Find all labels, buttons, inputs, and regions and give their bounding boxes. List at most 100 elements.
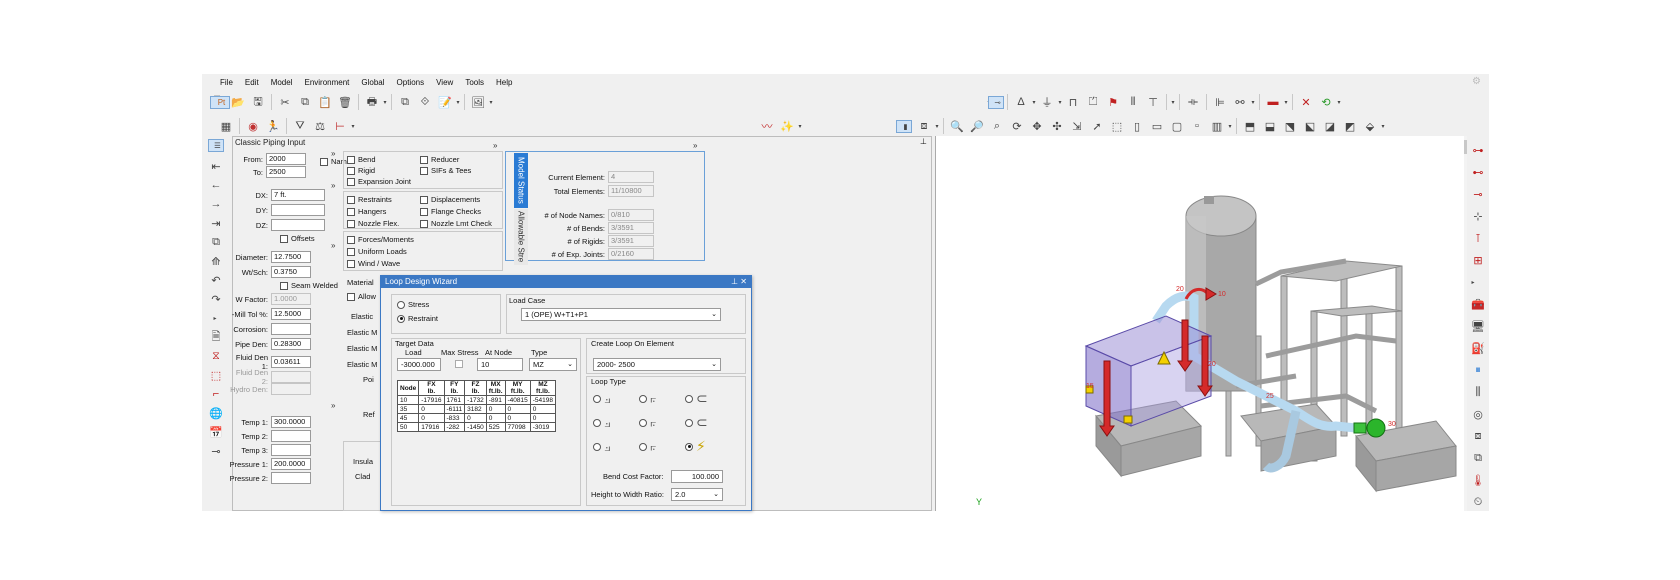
paste-icon[interactable]: 📋 [317,94,333,110]
at-node-input[interactable]: 10 [477,358,523,371]
loop-type-option[interactable]: ⟔ [639,438,657,455]
menu-environment[interactable]: Environment [304,78,349,87]
dy-input[interactable] [271,204,325,216]
element-icon[interactable]: ⊸ [988,95,1004,109]
iso-view-4-icon[interactable]: ⬕ [1302,118,1318,134]
iso-view-1-icon[interactable]: ⬒ [1242,118,1258,134]
ruler-icon[interactable]: ⟛ [1185,94,1201,110]
type-select[interactable]: MZ ⌄ [529,358,577,371]
layers-icon[interactable]: ⧈ [1470,428,1486,444]
dz-input[interactable] [271,219,325,231]
select-window-icon[interactable]: ⬚ [1109,118,1125,134]
clear-icon[interactable]: ✕ [1298,94,1314,110]
wtsch-input[interactable]: 0.3750 [271,266,311,278]
image-dropdown-icon[interactable]: ▾ [488,94,494,110]
flange-icon[interactable]: ⫴ [1125,94,1141,110]
collapse-chevron-icon[interactable]: » [493,141,497,150]
nozzle-flex-checkbox[interactable]: Nozzle Flex. [347,219,399,228]
iso-view-5-icon[interactable]: ◪ [1322,118,1338,134]
hanger-icon[interactable]: ⊓ [1065,94,1081,110]
plugin-icon[interactable]: Pt [210,95,230,109]
collapse-chevron-icon[interactable]: » [331,401,335,410]
iso-view-6-icon[interactable]: ◩ [1342,118,1358,134]
print-icon[interactable]: 🖶 [364,94,380,110]
bend-checkbox[interactable]: Bend [347,155,376,164]
insert-icon[interactable]: ⟰ [208,253,224,269]
valve-icon[interactable]: ⧖ [208,348,224,364]
zoom-window-icon[interactable]: ⌕ [989,118,1005,134]
corrosion-input[interactable] [271,323,311,335]
sifs-tees-checkbox[interactable]: SIFs & Tees [420,166,471,175]
redo-icon[interactable]: ↷ [208,291,224,307]
pan-icon[interactable]: ✣ [1049,118,1065,134]
volume-dropdown-icon[interactable]: ▾ [1227,118,1233,134]
gear-icon[interactable]: ⚙ [1472,76,1481,87]
rigid-checkbox[interactable]: Rigid [347,166,375,175]
tab-allowable-stress[interactable]: Allowable Stre [514,209,528,265]
cut-icon[interactable]: ✂ [277,94,293,110]
zoom-out-icon[interactable]: 🔎 [969,118,985,134]
hidden-line-icon[interactable]: ▭ [1149,118,1165,134]
globe-icon[interactable]: 🌐 [208,405,224,421]
dx-input[interactable]: 7 ft. [271,189,325,201]
bellows-icon[interactable]: ⫼ [1470,384,1486,400]
wind-wave-checkbox[interactable]: Wind / Wave [347,259,400,268]
save-icon[interactable]: 🖫 [250,94,266,110]
wireframe-view-icon[interactable]: ▯ [1129,118,1145,134]
first-element-icon[interactable]: ⇤ [208,158,224,174]
legend-icon[interactable]: ▬ [1265,94,1281,110]
centerline-view-icon[interactable]: ▫ [1189,118,1205,134]
close-icon[interactable]: ⊥ ✕ [731,276,747,288]
height-width-select[interactable]: 2.0 ⌄ [671,488,723,501]
open-folder-icon[interactable]: 📂 [230,94,246,110]
stress-radio[interactable]: Stress [397,300,429,309]
delta-icon[interactable]: Δ [1013,94,1029,110]
bend-icon[interactable]: ⌐ [208,386,224,402]
pressure1-input[interactable]: 200.0000 [271,458,311,470]
delta-dropdown-icon[interactable]: ▾ [1031,94,1037,110]
view-cube-dropdown-icon[interactable]: ▾ [1380,118,1386,134]
zoom-in-icon[interactable]: 🔍 [949,118,965,134]
box-icon[interactable]: ⧈ [916,118,932,134]
fluid-icon[interactable]: ⛛ [292,118,308,134]
to-input[interactable]: 2500 [266,166,306,178]
calendar-icon[interactable]: 📅 [208,424,224,440]
input-list-icon[interactable]: ☰ [208,139,224,152]
seismic-icon[interactable]: 〰 [759,118,775,134]
next-element-icon[interactable]: → [208,196,224,212]
restraints-checkbox[interactable]: Restraints [347,195,392,204]
duplicate-icon[interactable]: ⧉ [208,234,224,250]
copy-icon[interactable]: ⧉ [297,94,313,110]
restraint-radio[interactable]: Restraint [397,314,438,323]
menu-tools[interactable]: Tools [465,78,484,87]
move-icon[interactable]: ⇲ [1069,118,1085,134]
view-cube-icon[interactable]: ⬙ [1362,118,1378,134]
offsets-checkbox[interactable]: Offsets [280,234,315,243]
fluid-den2-input[interactable] [271,371,311,383]
refresh-icon[interactable]: ⟲ [1318,94,1334,110]
menu-options[interactable]: Options [397,78,425,87]
iso-view-3-icon[interactable]: ⬔ [1282,118,1298,134]
bend-cost-input[interactable]: 100.000 [671,470,723,483]
from-input[interactable]: 2000 [266,153,306,165]
tee-icon[interactable]: ⊤ [1145,94,1161,110]
fluid-den1-input[interactable]: 0.03611 [271,356,311,368]
restraint-tool-icon[interactable]: ⊢ [332,118,348,134]
last-element-icon[interactable]: ⇥ [208,215,224,231]
loop-type-option[interactable]: ⚡ [685,438,706,455]
expansion-joint-checkbox[interactable]: Expansion Joint [347,177,411,186]
loop-type-option[interactable]: ⟔ [639,390,657,407]
measure-icon[interactable]: ⊫ [1212,94,1228,110]
uniform-loads-checkbox[interactable]: Uniform Loads [347,247,407,256]
support-dropdown-icon[interactable]: ▾ [1057,94,1063,110]
loop-type-option[interactable]: ⟓ [593,414,611,431]
menu-help[interactable]: Help [496,78,512,87]
legend-dropdown-icon[interactable]: ▾ [1283,94,1289,110]
binoculars-dropdown-icon[interactable]: ▾ [1250,94,1256,110]
temp3-input[interactable] [271,444,311,456]
menu-global[interactable]: Global [361,78,384,87]
create-loop-select[interactable]: 2000- 2500 ⌄ [593,358,721,371]
refresh-dropdown-icon[interactable]: ▾ [1336,94,1342,110]
insert-element-icon[interactable]: ⟐ [417,94,433,110]
volume-bars-icon[interactable]: ▥ [1209,118,1225,134]
